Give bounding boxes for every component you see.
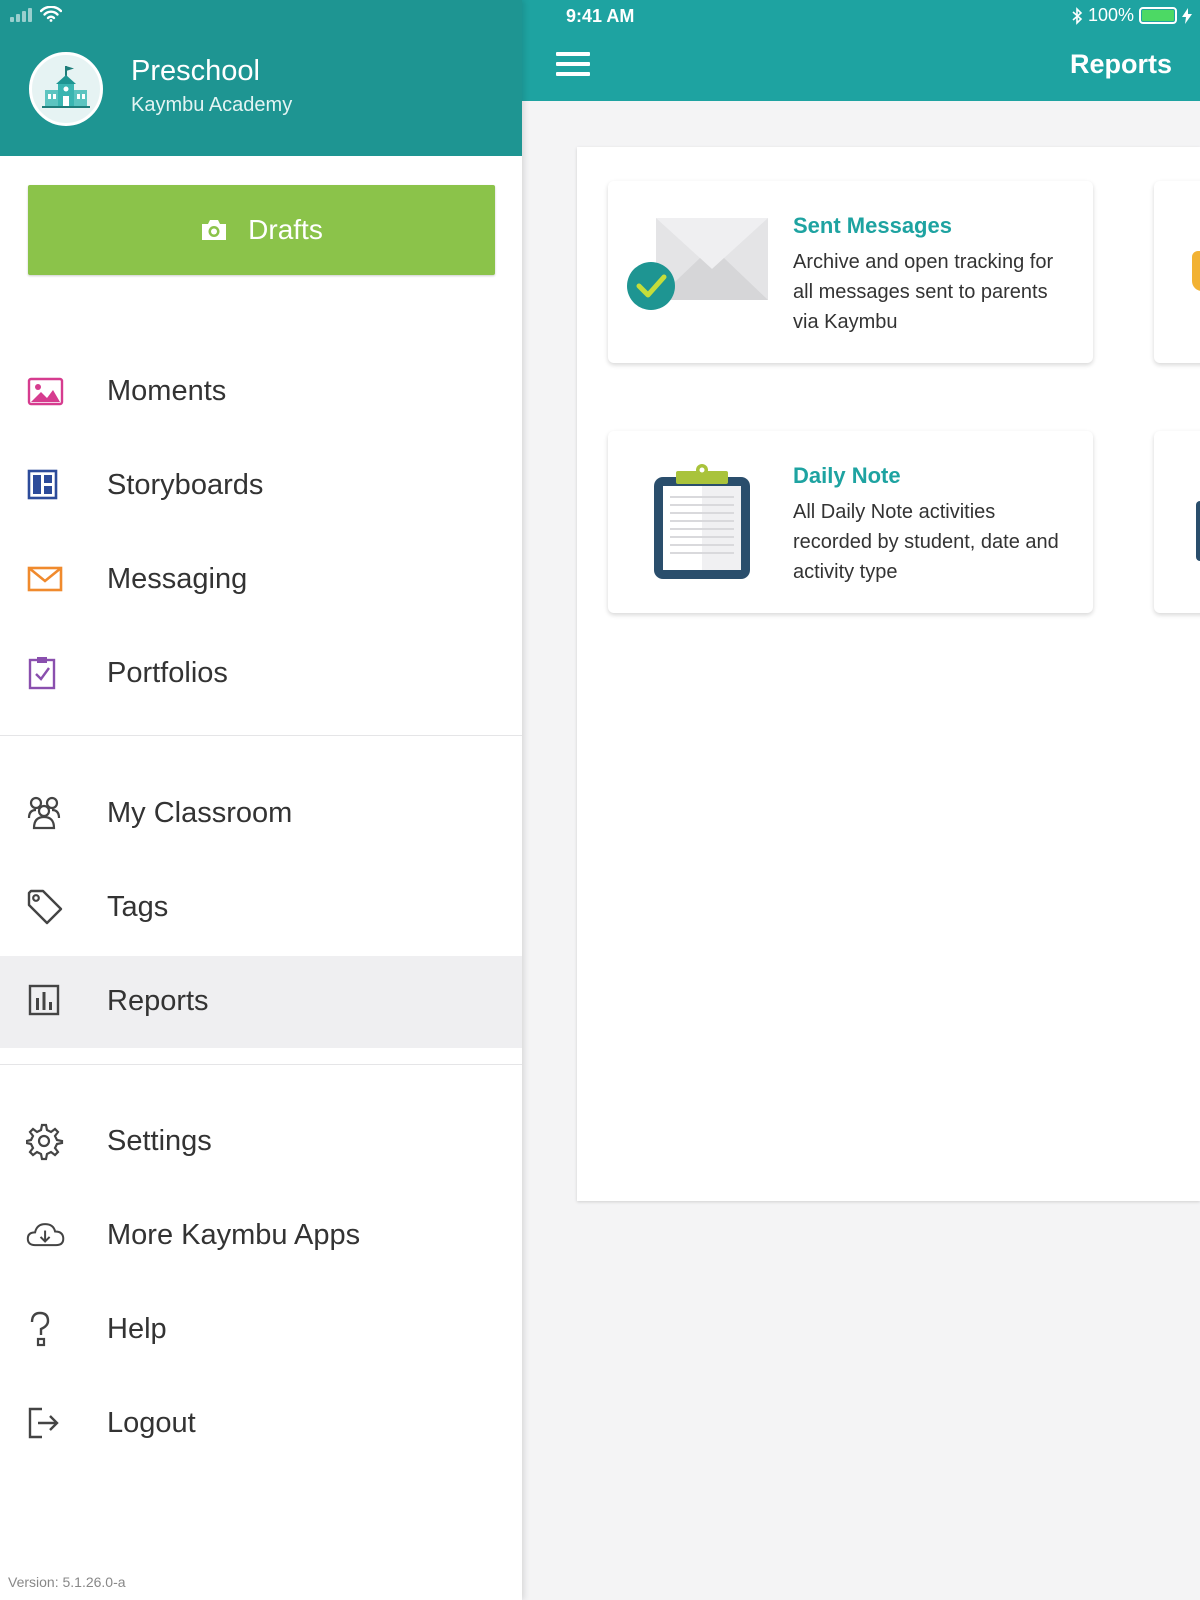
bar-chart-icon xyxy=(28,984,60,1016)
page-title: Reports xyxy=(1069,49,1172,79)
report-title: Sent Messages xyxy=(793,213,952,238)
school-name: Preschool xyxy=(131,55,260,87)
menu-toggle-icon[interactable] xyxy=(556,52,590,76)
gear-icon xyxy=(26,1123,64,1161)
sidebar-item-label: Moments xyxy=(107,375,227,407)
menu-divider xyxy=(0,735,522,736)
sidebar-item-label: Messaging xyxy=(107,563,248,595)
report-art-fragment xyxy=(1192,251,1200,291)
sidebar-item-more-apps[interactable]: More Kaymbu Apps xyxy=(0,1190,522,1282)
sidebar-item-reports[interactable]: Reports xyxy=(0,956,522,1048)
sidebar-item-tags[interactable]: Tags xyxy=(0,862,522,954)
logout-icon xyxy=(28,1407,59,1439)
battery-icon xyxy=(1139,7,1177,24)
status-bar-left xyxy=(10,6,62,22)
sidebar-item-label: Logout xyxy=(107,1407,196,1439)
bluetooth-icon xyxy=(1072,6,1083,25)
school-building-icon xyxy=(42,66,90,108)
sidebar-item-label: My Classroom xyxy=(107,797,293,829)
sidebar-item-label: Portfolios xyxy=(107,657,228,689)
menu-divider xyxy=(0,1064,522,1065)
question-icon xyxy=(30,1311,50,1347)
sidebar-item-my-classroom[interactable]: My Classroom xyxy=(0,768,522,860)
report-card-sent-messages[interactable]: Sent Messages Archive and open tracking … xyxy=(608,181,1093,363)
sidebar-item-label: Settings xyxy=(107,1125,212,1157)
top-app-bar: 9:41 AM 100% Reports xyxy=(522,0,1200,101)
report-title: Daily Note xyxy=(793,463,901,488)
clipboard-check-icon xyxy=(28,657,56,690)
report-card-daily-note[interactable]: Daily Note All Daily Note activities rec… xyxy=(608,431,1093,613)
battery-percent: 100% xyxy=(1087,5,1134,25)
sidebar-item-label: Tags xyxy=(107,891,169,923)
version-label: Version: 5.1.26.0-a xyxy=(8,1574,126,1590)
status-bar-right: 100% xyxy=(1071,5,1192,26)
image-icon xyxy=(27,377,64,406)
reports-panel: Sent Messages Archive and open tracking … xyxy=(577,147,1200,1201)
navigation-drawer: Preschool Kaymbu Academy Drafts Moments … xyxy=(0,0,522,1600)
charging-bolt-icon xyxy=(1182,7,1192,24)
sidebar-item-portfolios[interactable]: Portfolios xyxy=(0,628,522,720)
drafts-button[interactable]: Drafts xyxy=(28,185,495,275)
camera-icon xyxy=(202,220,227,240)
status-time: 9:41 AM xyxy=(566,6,635,26)
sidebar-item-storyboards[interactable]: Storyboards xyxy=(0,440,522,532)
report-art-fragment xyxy=(1196,501,1200,561)
sidebar-item-messaging[interactable]: Messaging xyxy=(0,534,522,626)
envelope-icon xyxy=(27,566,63,592)
cellular-signal-icon xyxy=(10,8,32,22)
sidebar-item-label: More Kaymbu Apps xyxy=(107,1219,361,1251)
sidebar-item-label: Storyboards xyxy=(107,469,264,501)
sidebar-item-label: Reports xyxy=(107,985,209,1017)
clipboard-icon xyxy=(654,464,750,579)
school-subtitle: Kaymbu Academy xyxy=(131,94,293,116)
envelope-check-icon xyxy=(627,218,768,310)
layout-icon xyxy=(27,469,58,500)
report-description: All Daily Note activities recorded by st… xyxy=(793,501,1059,583)
sidebar-item-label: Help xyxy=(107,1313,167,1345)
report-card-partial[interactable] xyxy=(1154,181,1200,363)
cloud-download-icon xyxy=(26,1223,65,1247)
sidebar-item-help[interactable]: Help xyxy=(0,1284,522,1376)
people-icon xyxy=(27,796,61,830)
sidebar-item-moments[interactable]: Moments xyxy=(0,346,522,438)
wifi-icon xyxy=(40,6,62,22)
report-card-partial[interactable] xyxy=(1154,431,1200,613)
sidebar-item-settings[interactable]: Settings xyxy=(0,1096,522,1188)
drafts-label: Drafts xyxy=(248,214,323,245)
school-avatar[interactable] xyxy=(29,52,103,126)
tag-icon xyxy=(27,889,63,925)
sidebar-item-logout[interactable]: Logout xyxy=(0,1378,522,1470)
drawer-header: Preschool Kaymbu Academy xyxy=(0,0,522,156)
report-description: Archive and open tracking for all messag… xyxy=(793,251,1054,333)
